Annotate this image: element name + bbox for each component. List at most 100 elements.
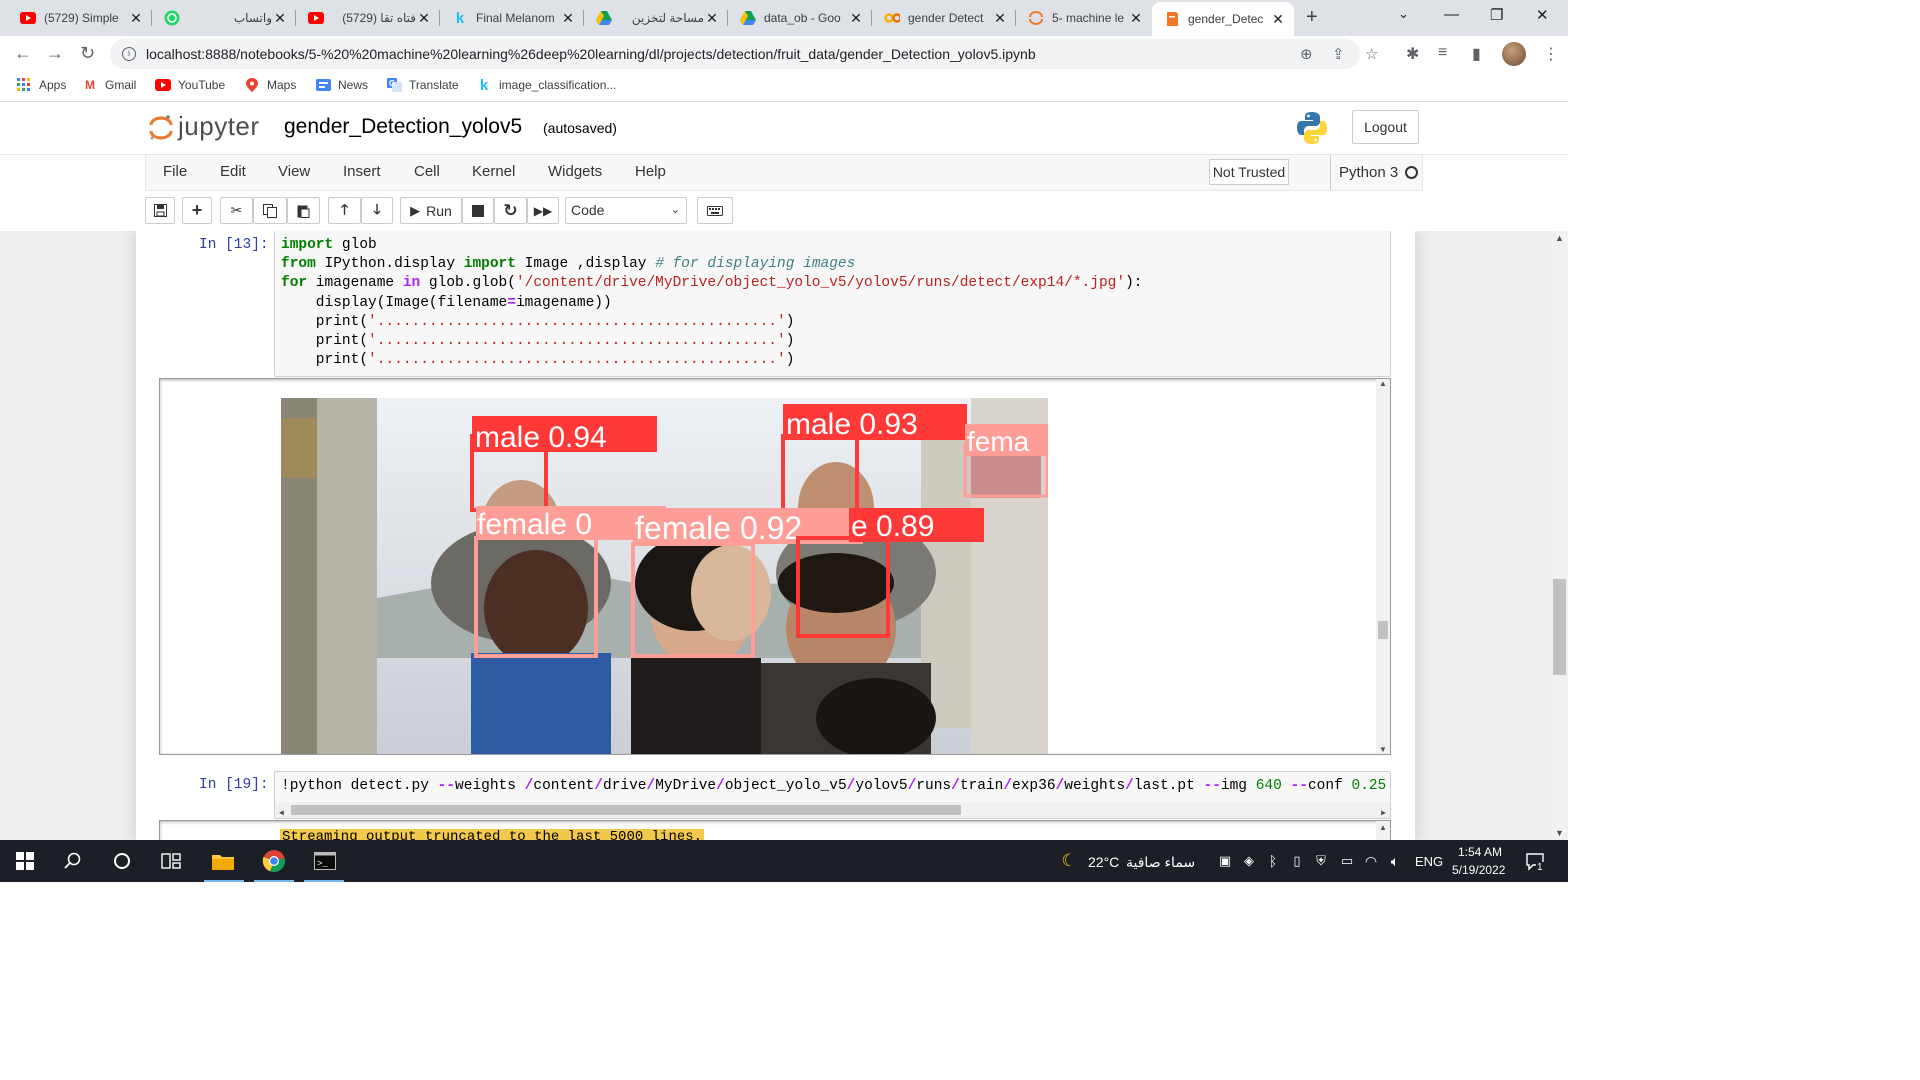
horizontal-scroll-thumb[interactable]: [291, 805, 961, 815]
code-cell-input[interactable]: !python detect.py --weights /content/dri…: [274, 771, 1391, 819]
output-scrollbar[interactable]: ▲: [1376, 821, 1390, 840]
close-tab-icon[interactable]: ✕: [416, 10, 432, 27]
bluetooth-icon[interactable]: ᛒ: [1260, 848, 1286, 874]
scroll-right-arrow-icon[interactable]: ▶: [1381, 804, 1386, 818]
tab-search-icon[interactable]: ⌄: [1398, 6, 1409, 22]
minimize-button[interactable]: —: [1444, 6, 1459, 23]
scroll-up-arrow-icon[interactable]: ▲: [1379, 379, 1387, 388]
clock-time[interactable]: 1:54 AM: [1458, 845, 1502, 859]
interrupt-kernel-button[interactable]: [462, 197, 494, 224]
zoom-icon[interactable]: ⊕: [1300, 45, 1313, 63]
back-arrow-icon[interactable]: ←: [14, 43, 32, 64]
share-icon[interactable]: ⇪: [1332, 45, 1345, 63]
logout-button[interactable]: Logout: [1352, 110, 1419, 144]
output-scrollbar[interactable]: ▲ ▼: [1376, 379, 1390, 754]
move-cell-up-button[interactable]: 🡑: [328, 197, 361, 224]
close-tab-icon[interactable]: ✕: [704, 10, 720, 27]
not-trusted-button[interactable]: Not Trusted: [1209, 159, 1289, 185]
site-info-icon[interactable]: i: [122, 47, 136, 61]
menu-insert[interactable]: Insert: [343, 163, 381, 180]
restart-run-all-button[interactable]: ▶▶: [527, 197, 559, 224]
reload-icon[interactable]: ↻: [80, 43, 95, 64]
restart-kernel-button[interactable]: ↻: [494, 197, 527, 224]
search-icon[interactable]: [60, 848, 86, 874]
usb-icon[interactable]: ▯: [1284, 848, 1310, 874]
new-tab-button[interactable]: +: [1306, 6, 1318, 29]
weather-description[interactable]: سماء صافية: [1126, 854, 1195, 871]
close-tab-icon[interactable]: ✕: [560, 10, 576, 27]
menu-edit[interactable]: Edit: [220, 163, 246, 180]
tab-drive-data-ob[interactable]: data_ob - Goo ✕: [728, 4, 872, 32]
side-panel-icon[interactable]: ▮: [1472, 44, 1481, 64]
bookmark-youtube[interactable]: YouTube: [155, 78, 225, 92]
tab-drive-storage[interactable]: مساحة لتخزين ✕: [584, 4, 728, 32]
file-explorer-icon[interactable]: [210, 848, 236, 874]
move-cell-down-button[interactable]: 🡓: [361, 197, 393, 224]
bookmark-image-classification[interactable]: k image_classification...: [476, 77, 617, 94]
bookmark-news[interactable]: News: [315, 78, 368, 92]
close-tab-icon[interactable]: ✕: [128, 10, 144, 27]
horizontal-scrollbar[interactable]: ◀ ▶: [275, 802, 1390, 818]
bookmark-star-icon[interactable]: ☆: [1365, 45, 1378, 63]
tab-youtube-arabic[interactable]: (5729) فتاه تقا ✕: [296, 4, 440, 32]
menu-view[interactable]: View: [278, 163, 310, 180]
close-tab-icon[interactable]: ✕: [272, 10, 288, 27]
security-shield-icon[interactable]: ⛨: [1308, 848, 1334, 874]
code-cell-input[interactable]: import glob from IPython.display import I…: [274, 231, 1391, 377]
page-scroll-thumb[interactable]: [1553, 579, 1566, 675]
save-button[interactable]: [145, 197, 175, 224]
battery-icon[interactable]: ▭: [1334, 848, 1360, 874]
close-tab-icon[interactable]: ✕: [1270, 11, 1286, 28]
chrome-menu-icon[interactable]: ⋮: [1543, 44, 1559, 64]
menu-widgets[interactable]: Widgets: [548, 163, 602, 180]
close-tab-icon[interactable]: ✕: [992, 10, 1008, 27]
tab-youtube-simple[interactable]: (5729) Simple ✕: [8, 4, 152, 32]
bookmark-apps[interactable]: Apps: [16, 78, 66, 92]
cell-output-area[interactable]: Streaming output truncated to the last 5…: [159, 820, 1391, 840]
tab-kaggle-melanoma[interactable]: k Final Melanom ✕: [440, 4, 584, 32]
network-app-icon[interactable]: ◈: [1236, 848, 1262, 874]
scroll-thumb[interactable]: [1378, 621, 1388, 639]
clock-date[interactable]: 5/19/2022: [1452, 863, 1505, 877]
copy-cell-button[interactable]: [253, 197, 287, 224]
scroll-down-arrow-icon[interactable]: ▼: [1379, 745, 1387, 754]
scroll-up-arrow-icon[interactable]: ▲: [1555, 233, 1564, 243]
menu-cell[interactable]: Cell: [414, 163, 440, 180]
meet-icon[interactable]: ▣: [1212, 848, 1238, 874]
notebook-scroll-area[interactable]: In [13]: import glob from IPython.display…: [0, 231, 1568, 840]
menu-file[interactable]: File: [163, 163, 187, 180]
scroll-down-arrow-icon[interactable]: ▼: [1555, 828, 1564, 838]
close-tab-icon[interactable]: ✕: [1128, 10, 1144, 27]
address-bar[interactable]: i localhost:8888/notebooks/5-%20%20machi…: [110, 39, 1378, 69]
chrome-icon[interactable]: [261, 848, 287, 874]
paste-cell-button[interactable]: [287, 197, 320, 224]
menu-kernel[interactable]: Kernel: [472, 163, 515, 180]
input-language[interactable]: ENG: [1415, 854, 1443, 869]
terminal-icon[interactable]: >_: [312, 848, 338, 874]
url-text[interactable]: localhost:8888/notebooks/5-%20%20machine…: [146, 46, 1036, 62]
insert-cell-button[interactable]: +: [182, 197, 212, 224]
tab-colab-gender[interactable]: gender Detect ✕: [872, 4, 1016, 32]
close-tab-icon[interactable]: ✕: [848, 10, 864, 27]
cell-type-select[interactable]: Code ⌄: [565, 197, 687, 224]
close-window-button[interactable]: ✕: [1536, 6, 1549, 24]
tab-gender-detection-active[interactable]: gender_Detec ✕: [1152, 2, 1294, 36]
tab-whatsapp[interactable]: واتساب ✕: [152, 4, 296, 32]
wifi-icon[interactable]: ◠: [1358, 848, 1384, 874]
scroll-up-arrow-icon[interactable]: ▲: [1379, 823, 1387, 832]
cortana-icon[interactable]: [109, 848, 135, 874]
weather-temperature[interactable]: 22°C: [1088, 854, 1119, 870]
forward-arrow-icon[interactable]: →: [46, 43, 64, 64]
windows-start-icon[interactable]: [12, 848, 38, 874]
jupyter-logo[interactable]: jupyter: [148, 111, 260, 142]
weather-moon-icon[interactable]: ☾: [1056, 848, 1082, 874]
command-palette-button[interactable]: [697, 197, 733, 224]
profile-avatar[interactable]: [1502, 42, 1526, 66]
extensions-icon[interactable]: ✱: [1406, 44, 1419, 64]
menu-help[interactable]: Help: [635, 163, 666, 180]
notification-center-icon[interactable]: [1522, 848, 1548, 874]
cut-cell-button[interactable]: ✂: [220, 197, 253, 224]
bookmark-gmail[interactable]: M Gmail: [82, 78, 136, 92]
media-control-icon[interactable]: ≡: [1438, 44, 1447, 62]
volume-icon[interactable]: 🔈︎: [1382, 848, 1408, 874]
